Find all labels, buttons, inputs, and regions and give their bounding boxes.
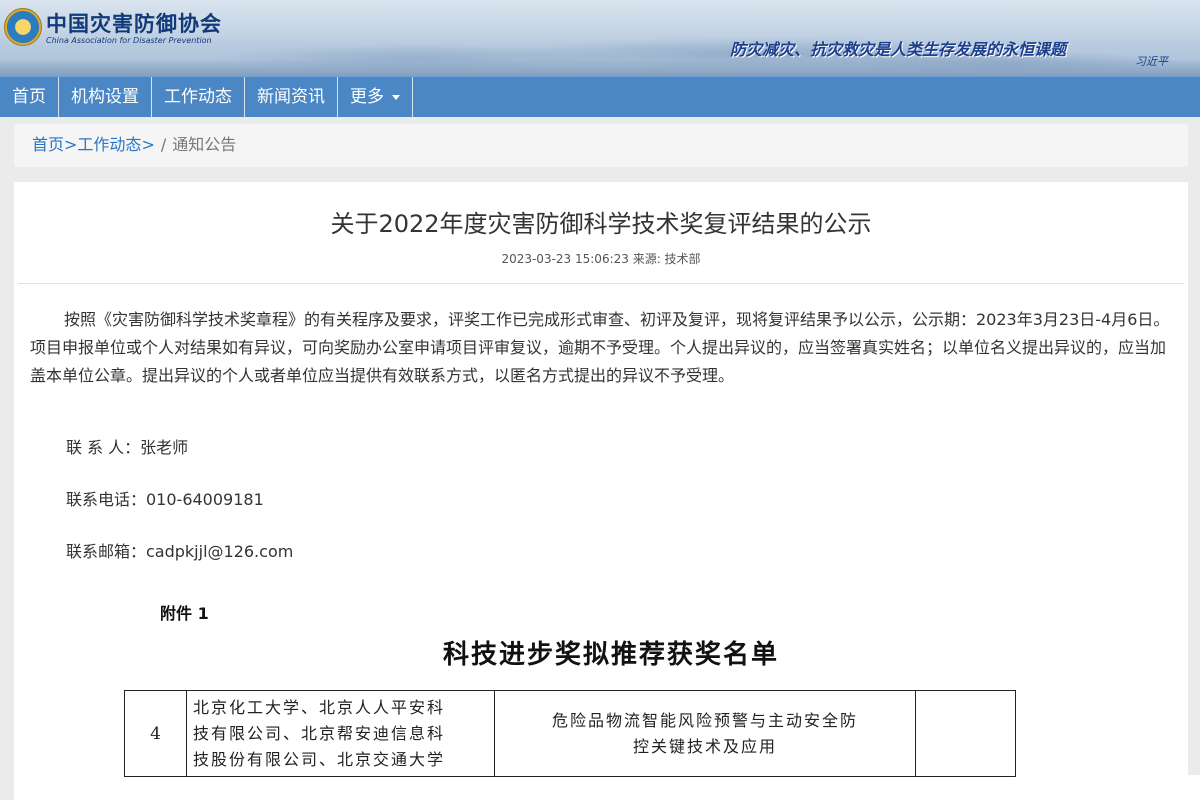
breadcrumb-separator: / xyxy=(160,135,167,154)
nav-item-work-news[interactable]: 工作动态 xyxy=(152,77,245,118)
nav-item-more-label: 更多 xyxy=(350,87,384,107)
row-units: 北京化工大学、北京人人平安科 技有限公司、北京帮安迪信息科 技股份有限公司、北京… xyxy=(186,690,495,777)
breadcrumb: 首页>工作动态> / 通知公告 xyxy=(14,124,1188,167)
site-name[interactable]: 中国灾害防御协会 xyxy=(46,8,222,38)
breadcrumb-arrow: > xyxy=(141,135,155,154)
unit-line: 北京化工大学、北京人人平安科 xyxy=(193,697,446,717)
caret-down-icon xyxy=(392,94,400,100)
breadcrumb-current: 通知公告 xyxy=(172,135,237,154)
main-nav: 首页 机构设置 工作动态 新闻资讯 更多 xyxy=(0,76,1200,118)
attachment-image: 附件 1 科技进步奖拟推荐获奖名单 4 北京化工大学、北京人人平安科 技有限公司… xyxy=(14,582,1188,800)
row-remark xyxy=(915,690,1016,777)
article-body: 按照《灾害防御科学技术奖章程》的有关程序及要求，评奖工作已完成形式审查、初评及复… xyxy=(30,310,1170,385)
breadcrumb-section[interactable]: 工作动态 xyxy=(77,135,141,154)
project-line: 控关键技术及应用 xyxy=(632,736,777,756)
article-meta: 2023-03-23 15:06:23 来源: 技术部 xyxy=(501,252,701,266)
nav-item-more[interactable]: 更多 xyxy=(338,77,413,118)
unit-line: 技股份有限公司、北京交通大学 xyxy=(193,749,446,769)
table-row: 4 北京化工大学、北京人人平安科 技有限公司、北京帮安迪信息科 技股份有限公司、… xyxy=(124,690,1016,777)
contact-phone: 联系电话：010-64009181 xyxy=(66,490,264,509)
project-line: 危险品物流智能风险预警与主动安全防 xyxy=(551,710,858,730)
association-logo-icon[interactable] xyxy=(4,8,42,46)
nav-item-home[interactable]: 首页 xyxy=(0,77,59,118)
row-project: 危险品物流智能风险预警与主动安全防 控关键技术及应用 xyxy=(494,690,916,777)
row-number: 4 xyxy=(124,690,187,777)
nav-item-news[interactable]: 新闻资讯 xyxy=(245,77,338,118)
contact-person: 联 系 人：张老师 xyxy=(66,438,189,457)
breadcrumb-arrow: > xyxy=(64,135,78,154)
article-title: 关于2022年度灾害防御科学技术奖复评结果的公示 xyxy=(330,210,872,238)
contact-email: 联系邮箱：cadpkjjl@126.com xyxy=(66,542,294,561)
site-name-en: China Association for Disaster Preventio… xyxy=(46,36,212,45)
breadcrumb-home[interactable]: 首页 xyxy=(32,135,64,154)
banner-slogan-signature: 习近平 xyxy=(1135,55,1168,68)
image-edge-fade xyxy=(1010,775,1200,800)
banner-landscape xyxy=(0,60,1200,76)
attachment-label: 附件 1 xyxy=(160,604,209,623)
article-panel: 关于2022年度灾害防御科学技术奖复评结果的公示 2023-03-23 15:0… xyxy=(14,182,1188,582)
banner-slogan: 防灾减灾、抗灾救灾是人类生存发展的永恒课题 xyxy=(730,40,1067,59)
unit-line: 技有限公司、北京帮安迪信息科 xyxy=(193,723,446,743)
divider xyxy=(18,283,1184,284)
header-banner: 中国灾害防御协会 China Association for Disaster … xyxy=(0,0,1200,76)
attachment-title: 科技进步奖拟推荐获奖名单 xyxy=(442,640,779,670)
nav-item-organization[interactable]: 机构设置 xyxy=(59,77,152,118)
award-table: 4 北京化工大学、北京人人平安科 技有限公司、北京帮安迪信息科 技股份有限公司、… xyxy=(124,690,1016,777)
